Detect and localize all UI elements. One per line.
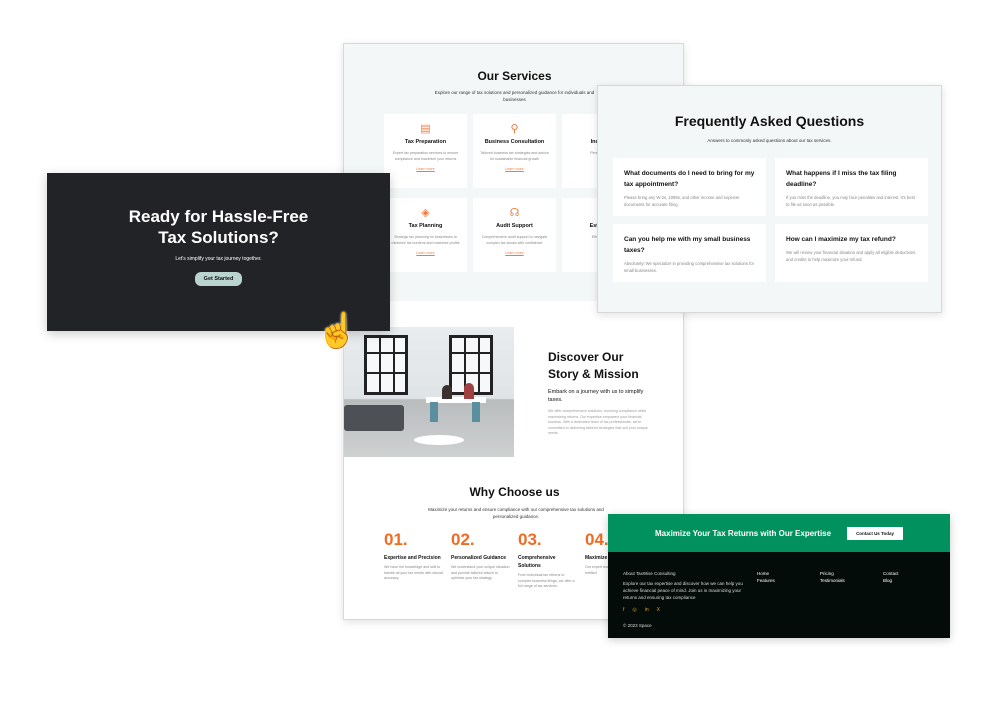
why-item-desc: We have the knowledge and skill to handl… xyxy=(384,565,444,580)
get-started-button[interactable]: Get Started xyxy=(194,272,243,286)
footer-link[interactable]: Testimonials xyxy=(820,577,845,584)
service-title: Audit Support xyxy=(496,223,533,229)
service-card: ☊ Audit Support Comprehensive audit suppor… xyxy=(473,198,556,272)
faq-question: What happens if I miss the tax filing de… xyxy=(786,170,897,188)
why-item-desc: We understand your unique situation and … xyxy=(451,565,510,580)
social-links: f ◎ in X xyxy=(623,607,935,613)
service-desc: Comprehensive audit support to navigate … xyxy=(481,235,548,245)
service-title: Tax Planning xyxy=(408,223,443,229)
faq-answer: Absolutely! We specialize in providing c… xyxy=(624,261,755,273)
why-item-desc: From individual tax returns to complex b… xyxy=(518,573,575,588)
x-icon[interactable]: X xyxy=(657,607,660,613)
why-item: 01. Expertise and Precision We have the kn… xyxy=(384,530,444,582)
learn-more-link[interactable]: Learn more xyxy=(384,167,467,171)
service-desc: Strategic tax planning for businesses to… xyxy=(391,235,460,245)
why-number: 01. xyxy=(384,530,408,549)
learn-more-link[interactable]: Learn more xyxy=(384,251,467,255)
why-item-title: Expertise and Precision xyxy=(384,555,441,561)
service-desc: Tailored business tax strategies and adv… xyxy=(480,151,549,161)
service-card: ◈ Tax Planning Strategic tax planning for … xyxy=(384,198,467,272)
document-icon: ▤ xyxy=(420,123,431,135)
faq-section: Frequently Asked Questions Answers to co… xyxy=(597,85,942,313)
service-title: Business Consultation xyxy=(484,139,545,145)
services-subtitle: Explore our range of tax solutions and p… xyxy=(434,90,595,102)
faq-question: What documents do I need to bring for my… xyxy=(624,170,755,188)
footer-link[interactable]: Features xyxy=(757,577,775,584)
footer: Maximize Your Tax Returns with Our Exper… xyxy=(608,514,950,638)
faq-item[interactable]: How can I maximize my tax refund? We will… xyxy=(775,224,928,282)
footer-banner: Maximize Your Tax Returns with Our Exper… xyxy=(608,514,950,552)
contact-us-button[interactable]: Contact Us Today xyxy=(847,526,903,540)
faq-item[interactable]: Can you help me with my small business t… xyxy=(613,224,766,282)
footer-main: About TaxWise Consulting Explore our tax… xyxy=(608,552,950,638)
why-item-title: Personalized Guidance xyxy=(451,555,507,561)
why-number: 03. xyxy=(518,530,542,549)
faq-answer: If you miss the deadline, you may face p… xyxy=(786,195,915,207)
facebook-icon[interactable]: f xyxy=(623,607,624,613)
story-body: We offer comprehensive solutions, ensuri… xyxy=(548,409,648,435)
why-subtitle: Maximize your returns and ensure complia… xyxy=(428,507,604,519)
hand-cursor-icon: ☝ xyxy=(316,312,359,350)
story-lead: Embark on a journey with us to simplify … xyxy=(548,389,644,403)
why-item-title: Comprehensive Solutions xyxy=(518,555,556,569)
cta-title: Ready for Hassle-Free Tax Solutions? xyxy=(128,207,309,247)
learn-more-link[interactable]: Learn more xyxy=(473,251,556,255)
service-title: Tax Preparation xyxy=(404,139,447,145)
faq-title: Frequently Asked Questions xyxy=(674,113,865,129)
story-section: Discover Our Story & Mission Embark on a… xyxy=(548,349,648,437)
layers-icon: ◈ xyxy=(421,207,430,219)
footer-link[interactable]: Blog xyxy=(883,577,892,584)
why-number: 02. xyxy=(451,530,475,549)
faq-question: How can I maximize my tax refund? xyxy=(786,236,896,243)
faq-answer: We will review your financial situation … xyxy=(786,250,916,262)
why-item: 03. Comprehensive Solutions From individua… xyxy=(518,530,578,590)
story-title: Discover Our Story & Mission xyxy=(548,350,639,381)
linkedin-icon[interactable]: in xyxy=(645,607,649,613)
footer-link[interactable]: Pricing xyxy=(820,570,834,577)
learn-more-link[interactable]: Learn more xyxy=(473,167,556,171)
copyright: © 2023 Space xyxy=(623,623,652,628)
faq-item[interactable]: What documents do I need to bring for my… xyxy=(613,158,766,216)
cta-subtitle: Let's simplify your tax journey together… xyxy=(175,256,262,262)
consultant-icon: ⚲ xyxy=(510,123,519,135)
footer-link[interactable]: Contact xyxy=(883,570,899,577)
faq-item[interactable]: What happens if I miss the tax filing de… xyxy=(775,158,928,216)
about-text: Explore our tax expertise and discover h… xyxy=(623,581,743,600)
faq-question: Can you help me with my small business t… xyxy=(624,236,751,254)
banner-title: Maximize Your Tax Returns with Our Exper… xyxy=(655,528,832,538)
why-item: 02. Personalized Guidance We understand yo… xyxy=(451,530,511,582)
instagram-icon[interactable]: ◎ xyxy=(632,607,636,613)
faq-subtitle: Answers to commonly asked questions abou… xyxy=(707,138,832,143)
footer-link[interactable]: Home xyxy=(757,570,769,577)
faq-answer: Please bring any W-2s, 1099s, and other … xyxy=(624,195,740,207)
service-card: ▤ Tax Preparation Expert tax preparation s… xyxy=(384,114,467,188)
services-title: Our Services xyxy=(477,69,552,83)
why-title: Why Choose us xyxy=(469,485,560,499)
cta-section: Ready for Hassle-Free Tax Solutions? Let… xyxy=(47,173,390,331)
headset-icon: ☊ xyxy=(509,207,520,219)
service-desc: Expert tax preparation services to ensur… xyxy=(392,151,459,161)
service-card: ⚲ Business Consultation Tailored business … xyxy=(473,114,556,188)
office-photo xyxy=(344,327,514,457)
